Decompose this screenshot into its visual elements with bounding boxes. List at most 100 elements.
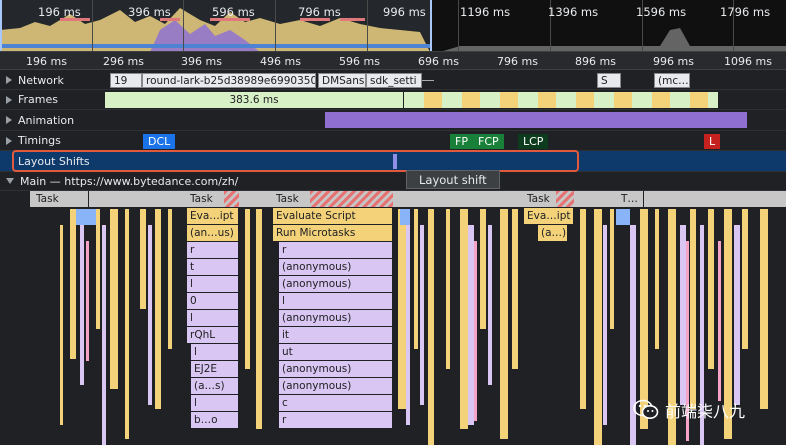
layout-shifts-track-header[interactable]: Layout Shifts [0,151,90,171]
network-request[interactable]: DMSans [318,73,366,88]
watermark-text: 前端柒八九 [665,402,746,421]
flame-label: c [282,397,288,409]
flame-label: l [190,278,193,290]
flame-call[interactable]: EJ2E [191,361,239,377]
overview-tick: 1196 ms [460,5,511,19]
ruler-tick: 1096 ms [724,55,772,68]
network-request[interactable]: round-lark-b25d38989e69903503 [142,73,316,88]
network-request[interactable]: (mc… [654,73,690,88]
layout-shifts-track[interactable]: Layout Shifts [0,151,786,172]
flame-call[interactable]: (a…) [538,225,568,241]
timing-marker-fp[interactable]: FP [450,134,473,149]
flame-label: it [282,329,290,341]
flame-call[interactable]: r [187,242,239,258]
flame-call[interactable]: l [187,276,239,292]
request-label: 19 [114,74,128,87]
long-task-hatch [310,191,393,207]
flame-call[interactable]: r [279,242,393,258]
ruler-tick: 696 ms [418,55,459,68]
flame-call[interactable]: (anonymous) [279,259,393,275]
timing-marker-lcp[interactable]: LCP [518,134,549,149]
network-request[interactable]: sdk_setti [366,73,422,88]
flame-label: Eva…ipt [527,210,571,222]
flame-label: l [282,295,285,307]
request-label: DMSans [322,74,365,87]
layout-shift-marker[interactable] [393,154,397,169]
flame-call[interactable]: t [187,259,239,275]
flame-call[interactable]: l [191,395,239,411]
flame-call[interactable]: (anonymous) [279,361,393,377]
flame-label: (a…) [541,227,567,239]
wechat-icon [633,399,659,419]
overview-tick: 996 ms [383,5,426,19]
flame-call[interactable]: (a…s) [191,378,239,394]
flame-label: ut [282,346,293,358]
flame-call[interactable]: Eva…ipt [524,208,574,224]
overview-tick: 196 ms [38,5,81,19]
flame-call[interactable]: 0 [187,293,239,309]
animation-track-header[interactable]: Animation [0,110,74,130]
track-label: Animation [18,113,75,127]
flame-call[interactable]: (anonymous) [279,276,393,292]
network-request[interactable]: S [597,73,621,88]
flame-label: Eva…ipt [190,210,234,222]
flame-call[interactable]: Evaluate Script [273,208,393,224]
timing-marker-load[interactable]: L [704,134,721,149]
tooltip-text: Layout shift [419,172,487,187]
flame-call[interactable]: r [279,412,393,428]
flame-call[interactable]: l [279,293,393,309]
expand-triangle-icon[interactable] [6,95,12,104]
flame-call[interactable]: it [279,327,393,343]
flame-call[interactable]: (an…us) [187,225,239,241]
flame-call[interactable]: b…o [191,412,239,428]
expand-triangle-icon[interactable] [6,76,12,84]
ruler-tick: 296 ms [103,55,144,68]
expand-triangle-icon[interactable] [6,136,12,145]
frames-track[interactable]: Frames 383.6 ms [0,90,786,110]
flame-label: Evaluate Script [276,210,356,222]
overview-tick: 596 ms [212,5,255,19]
timing-marker-fcp[interactable]: FCP [473,134,504,149]
flame-label: (anonymous) [282,380,352,392]
flame-label: (an…us) [190,227,234,239]
frame-block[interactable]: 383.6 ms [105,92,403,108]
flame-call[interactable]: l [191,344,239,360]
ruler-tick: 896 ms [575,55,616,68]
flame-label: (anonymous) [282,261,352,273]
main-thread-track[interactable]: Main — https://www.bytedance.com/zh/ [0,172,786,191]
network-track-header[interactable]: Network [0,71,64,89]
flame-call[interactable]: Run Microtasks [273,225,393,241]
flame-call[interactable]: ut [279,344,393,360]
flame-call[interactable]: rQhL [187,327,239,343]
flame-label: t [190,261,195,273]
frame-block[interactable] [404,92,718,108]
timeline-overview[interactable]: 196 ms 396 ms 596 ms 796 ms 996 ms 1196 … [0,0,786,52]
flame-task[interactable]: T… [618,191,644,207]
timings-track-header[interactable]: Timings [0,131,61,150]
flame-call[interactable]: (anonymous) [279,378,393,394]
watermark: 前端柒八九 [633,398,745,422]
animation-track[interactable]: Animation [0,110,786,131]
track-label: Network [18,73,64,87]
timing-marker-dcl[interactable]: DCL [143,134,176,149]
flame-label: l [190,312,193,324]
track-label: Frames [18,93,59,106]
flame-call[interactable]: Eva…ipt [187,208,239,224]
flame-task[interactable]: Task [33,191,89,207]
animation-block[interactable] [325,112,747,128]
expand-triangle-icon[interactable] [6,116,12,124]
flame-label: Task [190,193,213,205]
main-track-header[interactable]: Main — https://www.bytedance.com/zh/ [0,172,238,190]
flame-call[interactable]: (anonymous) [279,310,393,326]
flame-call[interactable]: l [187,310,239,326]
flame-label: (a…s) [194,380,225,392]
timings-track[interactable]: Timings DCL FP FCP LCP L [0,131,786,151]
collapse-triangle-icon[interactable] [6,178,14,184]
network-request[interactable]: 19 [110,73,142,88]
ruler-tick: 596 ms [339,55,380,68]
frames-track-header[interactable]: Frames [0,90,58,109]
flame-label: rQhL [190,329,216,341]
flame-call[interactable]: c [279,395,393,411]
flame-label: r [282,244,287,256]
network-track[interactable]: Network 19 round-lark-b25d38989e69903503… [0,71,786,90]
